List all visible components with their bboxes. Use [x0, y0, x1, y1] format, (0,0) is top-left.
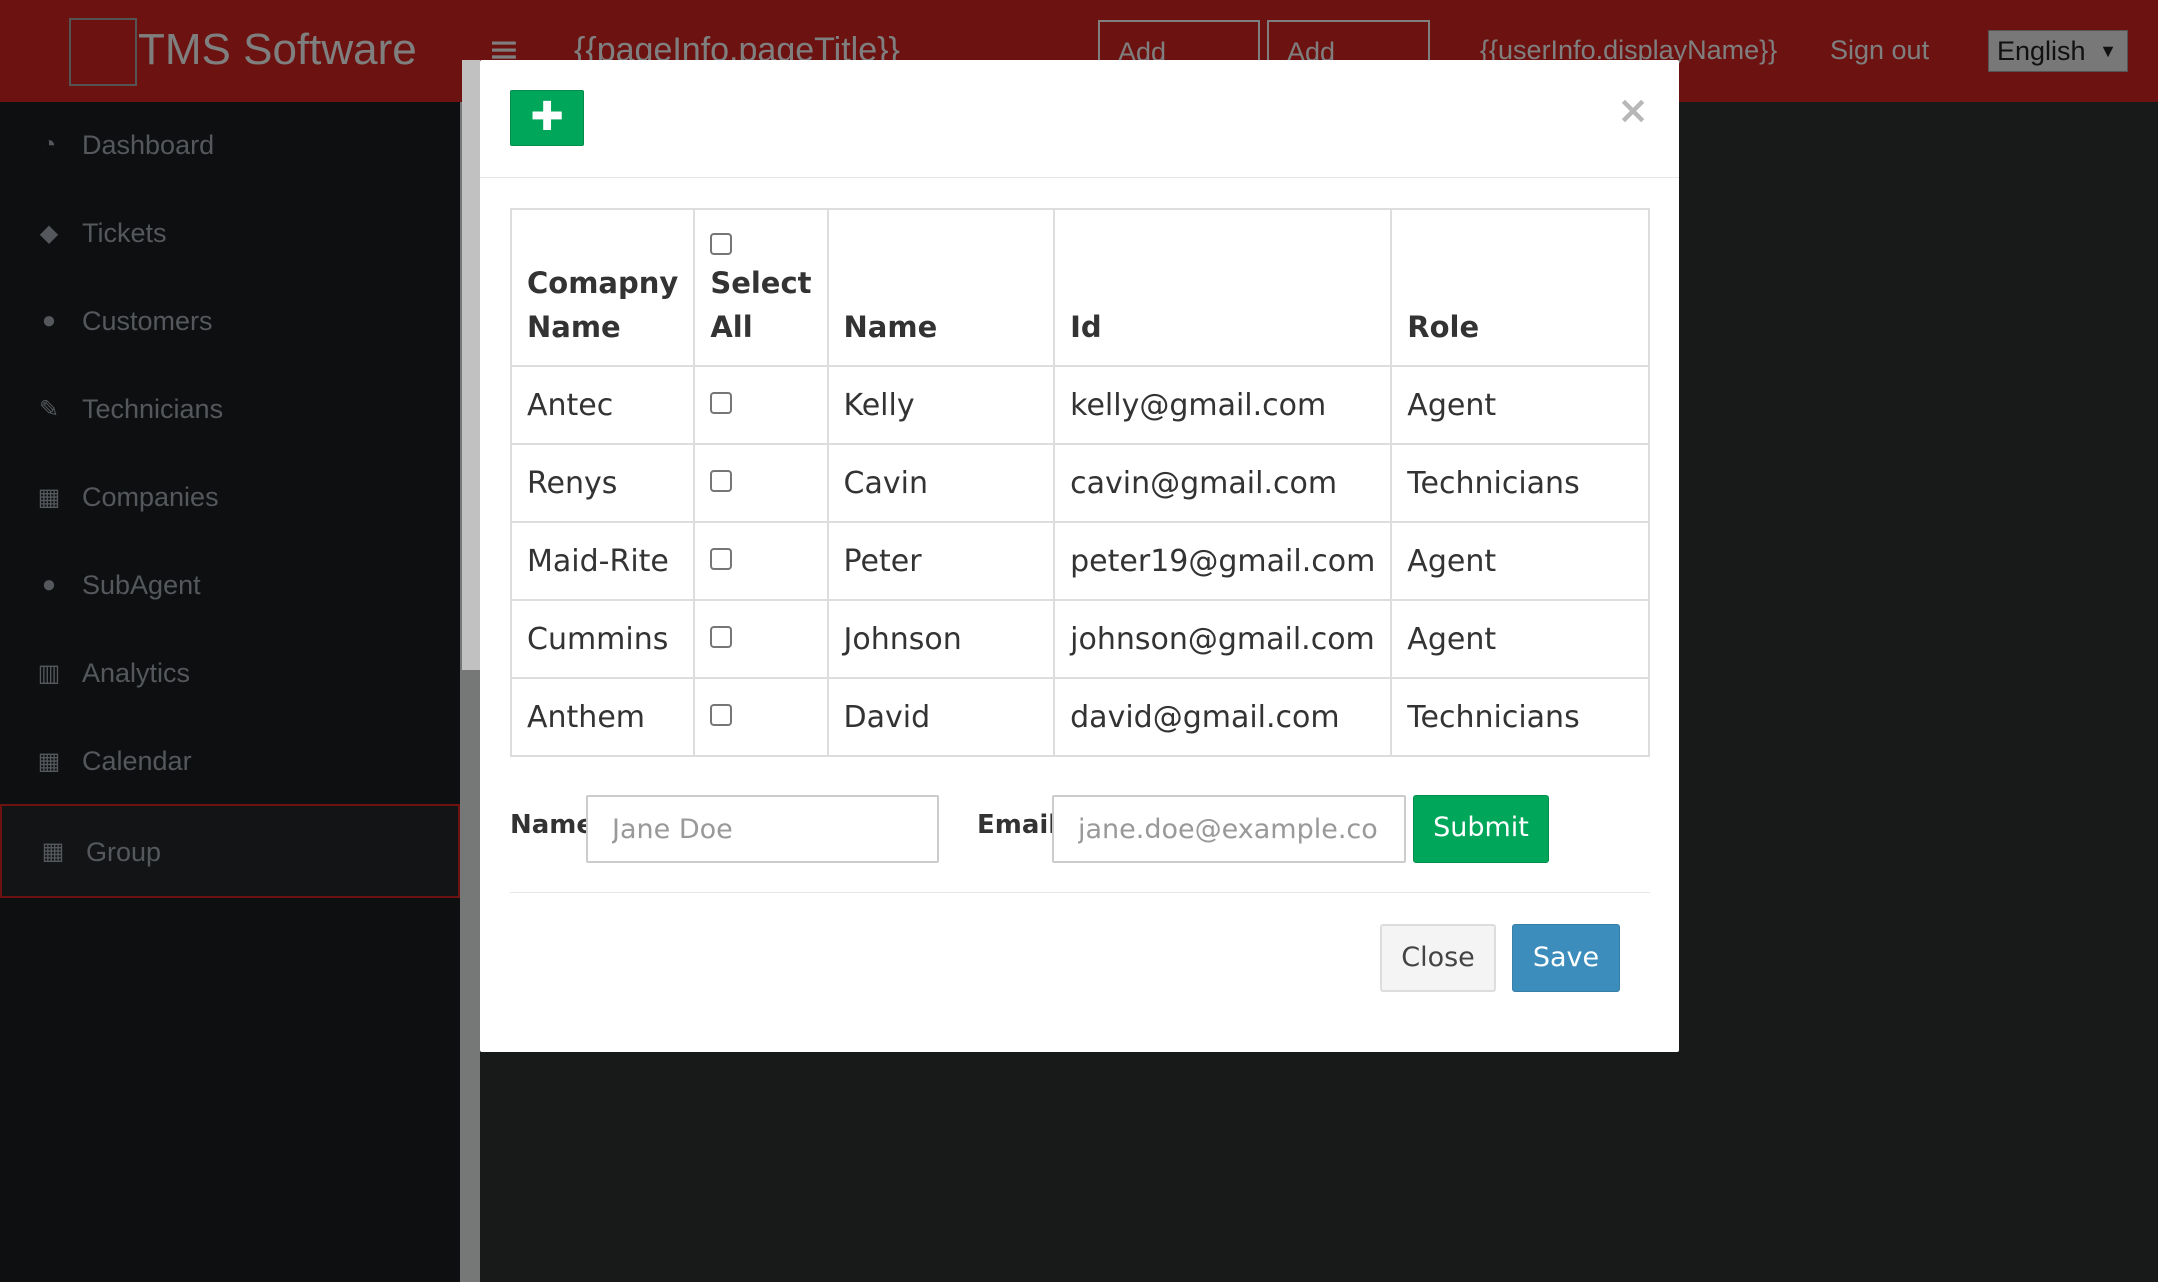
cell-id: peter19@gmail.com: [1053, 521, 1393, 601]
row-checkbox[interactable]: [710, 626, 733, 648]
column-header-role: Role: [1390, 208, 1650, 367]
table-row: Anthem David david@gmail.com Technicians: [509, 677, 1650, 757]
cell-name: Johnson: [826, 599, 1056, 679]
cell-company: Antec: [509, 365, 696, 445]
cell-name: Peter: [826, 521, 1056, 601]
name-input[interactable]: [586, 795, 939, 863]
column-header-id: Id: [1053, 208, 1393, 367]
table-row: Renys Cavin cavin@gmail.com Technicians: [509, 443, 1650, 523]
cell-id: cavin@gmail.com: [1053, 443, 1393, 523]
cell-select: [693, 521, 829, 601]
select-all-label: Select All: [710, 266, 812, 344]
save-button[interactable]: Save: [1512, 924, 1620, 992]
cell-company: Renys: [509, 443, 696, 523]
email-label: Email: [977, 810, 1058, 840]
cell-role: Agent: [1390, 521, 1650, 601]
cell-select: [693, 677, 829, 757]
row-checkbox[interactable]: [710, 548, 733, 570]
cell-company: Cummins: [509, 599, 696, 679]
close-icon[interactable]: ×: [1617, 90, 1649, 130]
cell-name: Kelly: [826, 365, 1056, 445]
row-checkbox[interactable]: [710, 704, 733, 726]
cell-select: [693, 599, 829, 679]
cell-company: Maid-Rite: [509, 521, 696, 601]
cell-role: Agent: [1390, 599, 1650, 679]
cell-role: Technicians: [1390, 443, 1650, 523]
table-row: Maid-Rite Peter peter19@gmail.com Agent: [509, 521, 1650, 601]
cell-name: Cavin: [826, 443, 1056, 523]
plus-icon: ✚: [530, 94, 564, 140]
cell-id: kelly@gmail.com: [1053, 365, 1393, 445]
email-input[interactable]: [1052, 795, 1406, 863]
name-label: Name: [510, 810, 595, 840]
cell-role: Technicians: [1390, 677, 1650, 757]
cell-name: David: [826, 677, 1056, 757]
column-header-name: Name: [826, 208, 1056, 367]
column-header-select-all: Select All: [693, 208, 829, 367]
submit-button[interactable]: Submit: [1413, 795, 1549, 863]
row-checkbox[interactable]: [710, 392, 733, 414]
cell-select: [693, 443, 829, 523]
cell-id: david@gmail.com: [1053, 677, 1393, 757]
members-table: Comapny Name Select All Name Id Role Ant…: [509, 208, 1650, 757]
cell-company: Anthem: [509, 677, 696, 757]
cell-select: [693, 365, 829, 445]
footer-divider: [510, 892, 1650, 893]
select-all-checkbox[interactable]: [710, 233, 733, 255]
cell-id: johnson@gmail.com: [1053, 599, 1393, 679]
add-member-button[interactable]: ✚: [510, 90, 584, 146]
close-button[interactable]: Close: [1380, 924, 1496, 992]
scrollbar[interactable]: [462, 60, 480, 670]
modal-header: ✚ ×: [480, 60, 1679, 178]
add-member-form: Name Email Submit: [510, 795, 1650, 865]
column-header-company: Comapny Name: [509, 208, 696, 367]
table-row: Antec Kelly kelly@gmail.com Agent: [509, 365, 1650, 445]
cell-role: Agent: [1390, 365, 1650, 445]
row-checkbox[interactable]: [710, 470, 733, 492]
table-header-row: Comapny Name Select All Name Id Role: [509, 208, 1650, 367]
table-row: Cummins Johnson johnson@gmail.com Agent: [509, 599, 1650, 679]
group-members-modal: ✚ × Comapny Name Select All Name Id Role…: [480, 60, 1679, 1052]
